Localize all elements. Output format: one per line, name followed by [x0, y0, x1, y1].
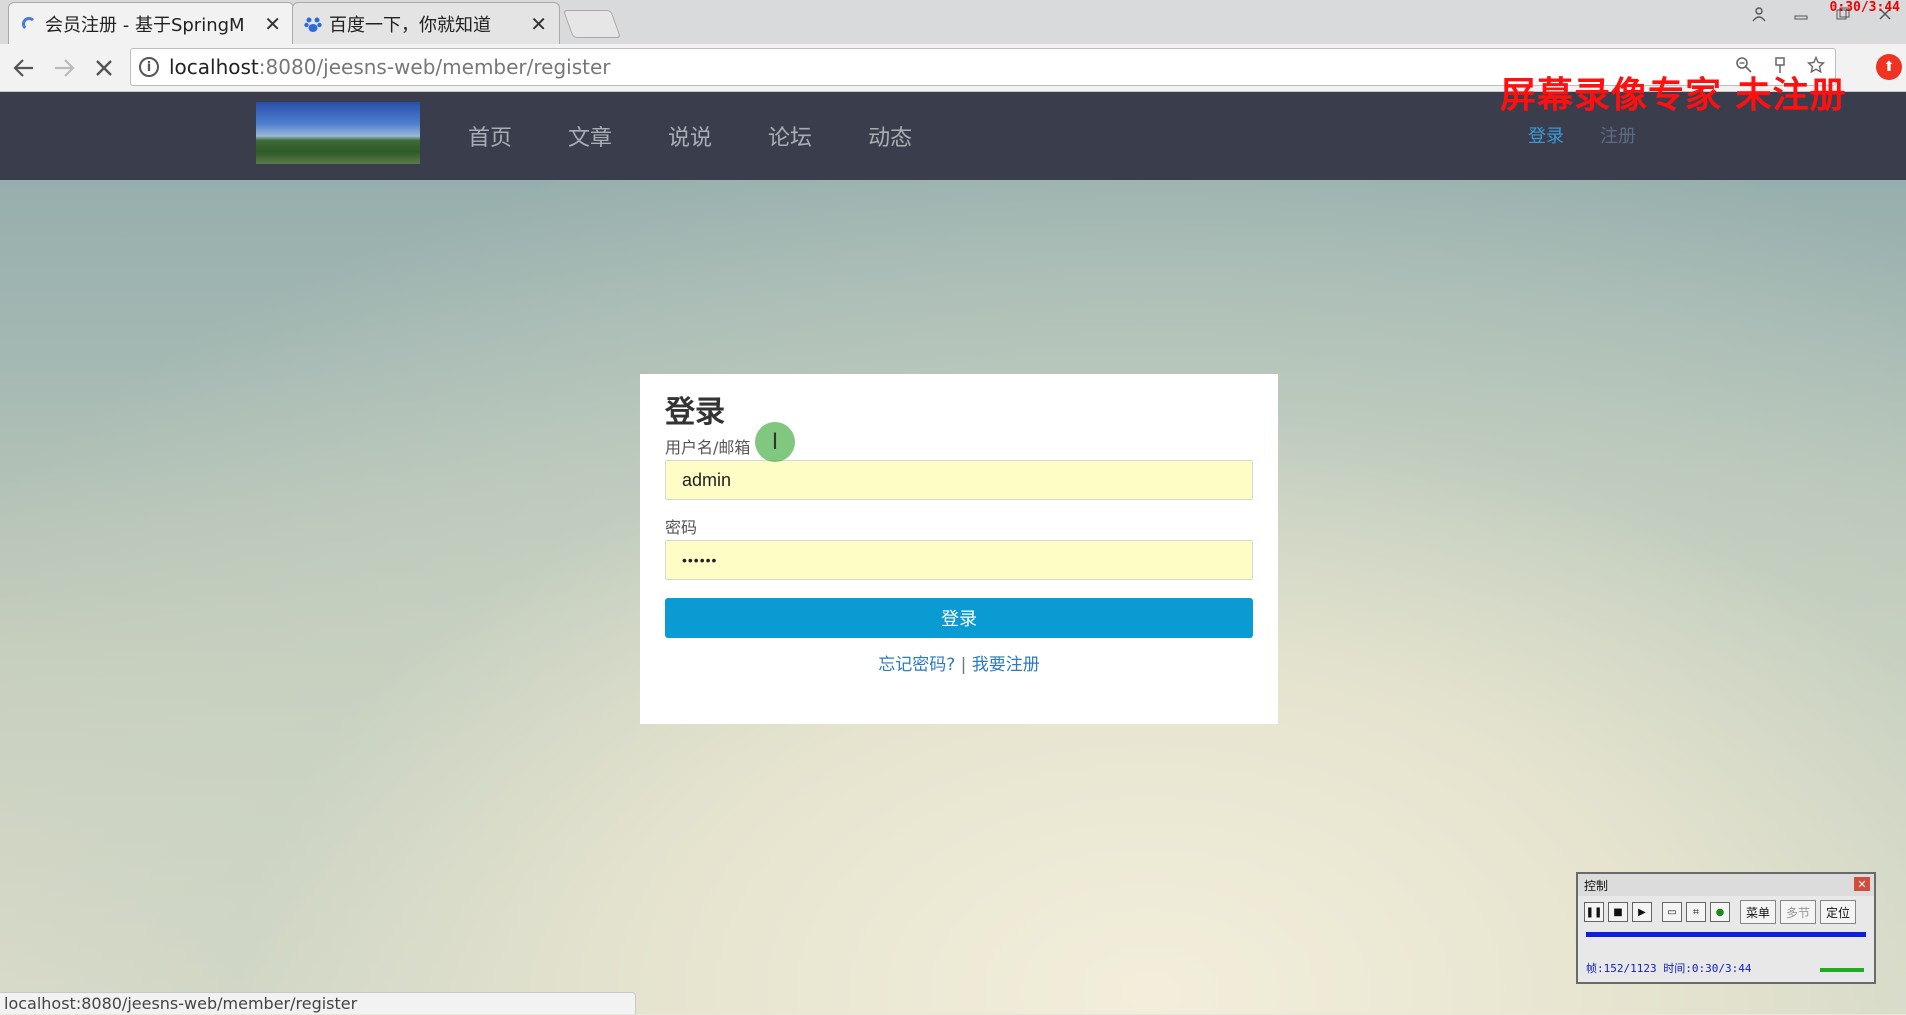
new-tab-button[interactable]	[562, 10, 622, 38]
password-label: 密码	[665, 518, 698, 537]
username-label: 用户名/邮箱	[665, 438, 751, 457]
locate-button[interactable]: 定位	[1820, 900, 1857, 924]
nav-forum[interactable]: 论坛	[768, 120, 812, 152]
login-card: 登录 用户名/邮箱 admin 密码 •••••• 登录 忘记密码? | 我要注…	[640, 374, 1278, 724]
back-arrow-icon[interactable]	[8, 52, 40, 84]
forgot-password-link[interactable]: 忘记密码?	[878, 655, 955, 675]
recorder-buttons: ❚❚ ■ ▶ ▭ ⌗ ● 菜单 多节 定位	[1578, 896, 1874, 928]
site-logo[interactable]	[256, 102, 420, 164]
forward-arrow-icon[interactable]	[48, 52, 80, 84]
tab-register[interactable]: 会员注册 - 基于SpringM ✕	[8, 2, 294, 44]
screen-icon[interactable]: ▭	[1662, 902, 1682, 922]
loading-spinner-icon	[19, 14, 39, 34]
password-input[interactable]: ••••••	[665, 540, 1253, 580]
nav-posts[interactable]: 说说	[668, 120, 712, 152]
recorder-frame-info: 帧:152/1123 时间:0:30/3:44	[1586, 962, 1752, 975]
extension-icon[interactable]: ⬆	[1876, 54, 1902, 80]
green-arrow-icon[interactable]: ●	[1710, 902, 1730, 922]
recorder-titlebar: 控制 ✕	[1578, 874, 1874, 896]
pause-icon[interactable]: ❚❚	[1584, 902, 1604, 922]
link-separator: |	[960, 655, 967, 675]
tab-title: 会员注册 - 基于SpringM	[45, 14, 245, 36]
url-text[interactable]: localhost:8080/jeesns-web/member/registe…	[169, 55, 611, 79]
main-nav: 首页 文章 说说 论坛 动态	[468, 92, 968, 180]
tab-title: 百度一下，你就知道	[329, 14, 491, 36]
next-icon[interactable]: ▶	[1632, 902, 1652, 922]
auth-links: 登录 注册	[1528, 122, 1636, 148]
nav-register-link[interactable]: 注册	[1600, 122, 1636, 148]
region-icon[interactable]: ⌗	[1686, 902, 1706, 922]
nav-activity[interactable]: 动态	[868, 120, 912, 152]
recorder-title: 控制	[1584, 878, 1609, 893]
volume-slider[interactable]	[1820, 968, 1864, 972]
info-icon[interactable]: i	[139, 57, 159, 77]
recorder-watermark: 屏幕录像专家 未注册	[1500, 74, 1847, 116]
recording-time: 0:30/3:44	[1829, 0, 1900, 15]
minimize-icon[interactable]	[1780, 0, 1822, 28]
baidu-paw-icon	[303, 14, 323, 34]
tab-close-icon[interactable]: ✕	[264, 12, 281, 36]
nav-login-link[interactable]: 登录	[1528, 122, 1564, 148]
login-submit-button[interactable]: 登录	[665, 598, 1253, 638]
tab-baidu[interactable]: 百度一下，你就知道 ✕	[292, 2, 560, 44]
card-links: 忘记密码? | 我要注册	[665, 650, 1253, 675]
nav-articles[interactable]: 文章	[568, 120, 612, 152]
stop-icon[interactable]: ■	[1608, 902, 1628, 922]
username-input[interactable]: admin	[665, 460, 1253, 500]
recorder-progress-track[interactable]	[1586, 932, 1866, 937]
browser-tabstrip: 会员注册 - 基于SpringM ✕ 百度一下，你就知道 ✕ 0:30/3:44	[0, 0, 1906, 44]
tab-close-icon[interactable]: ✕	[530, 12, 547, 36]
menu-button[interactable]: 菜单	[1740, 900, 1777, 924]
recorder-control-panel: 控制 ✕ ❚❚ ■ ▶ ▭ ⌗ ● 菜单 多节 定位 帧:152/1123 时间…	[1576, 872, 1876, 984]
text-cursor-icon: I	[755, 422, 795, 462]
recorder-close-icon[interactable]: ✕	[1854, 877, 1870, 891]
register-link[interactable]: 我要注册	[972, 655, 1040, 675]
stop-loading-icon[interactable]	[88, 52, 120, 84]
profile-icon[interactable]	[1738, 0, 1780, 28]
login-title: 登录	[665, 395, 725, 430]
nav-home[interactable]: 首页	[468, 120, 512, 152]
status-bar-url: localhost:8080/jeesns-web/member/registe…	[0, 992, 636, 1014]
multi-section-button[interactable]: 多节	[1780, 900, 1817, 924]
